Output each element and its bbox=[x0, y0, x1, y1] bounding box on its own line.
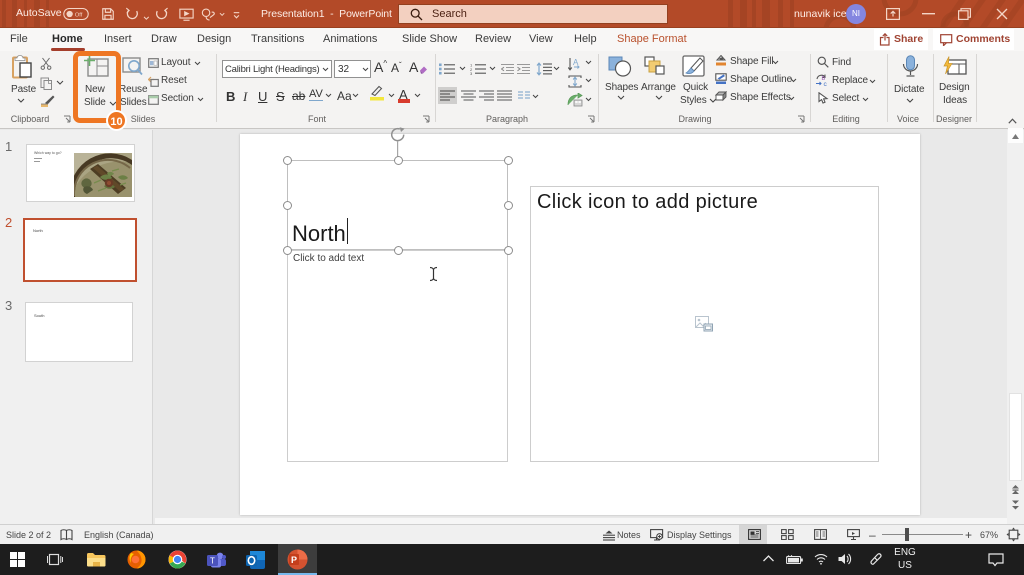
svg-text:P: P bbox=[291, 555, 297, 565]
svg-text:T: T bbox=[210, 557, 215, 566]
svg-text:c: c bbox=[824, 81, 828, 87]
svg-text:Off: Off bbox=[75, 12, 83, 18]
svg-text:3: 3 bbox=[470, 71, 473, 75]
